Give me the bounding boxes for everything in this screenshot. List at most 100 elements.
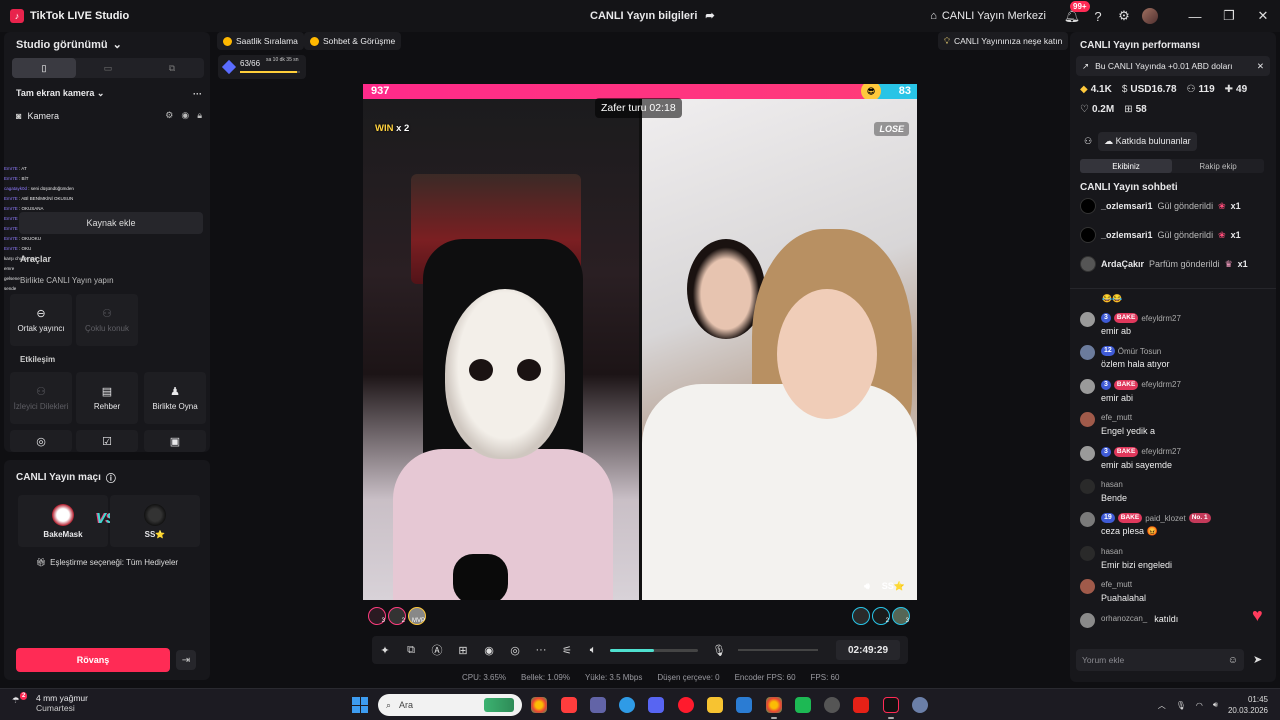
lock-icon[interactable]: 🔒︎ — [197, 110, 202, 121]
guide-button[interactable]: ▤ Rehber — [76, 372, 138, 424]
file-explorer-icon[interactable] — [707, 697, 723, 713]
chat-username[interactable]: orhanozcan_ — [1101, 614, 1147, 623]
avatar[interactable] — [1080, 612, 1095, 628]
add-media-icon[interactable]: ⊞ — [450, 636, 476, 664]
rematch-button[interactable]: Rövanş — [16, 648, 170, 672]
tip-chip[interactable]: 💡︎ CANLI Yayınınıza neşe katın — [938, 32, 1069, 50]
camera-source[interactable]: ◙ Kamera ⚙ ◉ 🔒︎ — [16, 110, 202, 121]
studio-view-dropdown[interactable]: Studio görünümü ⌄ — [16, 38, 122, 52]
send-icon[interactable]: ➤ — [1253, 653, 1262, 666]
portrait-view-button[interactable]: ▯ — [12, 58, 76, 78]
hourly-ranking-chip[interactable]: Saatlik Sıralama — [217, 32, 304, 50]
avatar[interactable] — [1080, 312, 1095, 327]
tiktok-taskbar-icon[interactable] — [883, 697, 899, 713]
gift-user[interactable]: ArdaÇakır — [1101, 259, 1144, 269]
gifter-avatar[interactable]: MVP — [408, 607, 426, 625]
opera-icon[interactable] — [678, 697, 694, 713]
avatar[interactable] — [1080, 579, 1095, 595]
tab-rival-team[interactable]: Rakip ekip — [1172, 159, 1264, 173]
avatar[interactable] — [1080, 479, 1095, 494]
mixer-icon[interactable]: ⚟ — [554, 636, 580, 664]
box-tile[interactable]: ▣ — [144, 430, 206, 452]
chat-username[interactable]: hasan — [1101, 480, 1123, 489]
taskbar-search[interactable]: ⌕ Ara — [378, 694, 522, 716]
help-icon[interactable]: ? — [1090, 8, 1106, 24]
youtube-icon[interactable] — [853, 697, 869, 713]
avatar[interactable] — [1080, 378, 1095, 394]
tab-your-team[interactable]: Ekibiniz — [1080, 159, 1172, 173]
speaker-icon[interactable]: 🔊︎ — [864, 581, 870, 592]
avatar[interactable] — [1080, 227, 1096, 243]
gifter-avatar[interactable]: 3 — [368, 607, 386, 625]
chat-username[interactable]: efeyldrm27 — [1141, 447, 1181, 456]
dual-view-button[interactable]: ⧉ — [140, 58, 204, 78]
chat-username[interactable]: efeyldrm27 — [1141, 380, 1181, 389]
earnings-banner[interactable]: ↗ Bu CANLI Yayında +0.01 ABD doları ✕ — [1076, 56, 1270, 76]
mail-icon[interactable] — [736, 697, 752, 713]
avatar[interactable] — [1080, 545, 1095, 561]
gifter-avatar[interactable]: 2 — [388, 607, 406, 625]
gift-user[interactable]: _ozlemsari1 — [1101, 201, 1153, 211]
emoji-icon[interactable]: ☺ — [1228, 655, 1238, 666]
multi-guest-button[interactable]: ⚇ Çoklu konuk — [76, 294, 138, 346]
more-options-icon[interactable]: ··· — [193, 89, 202, 99]
add-user-icon[interactable]: ⚇ — [1084, 136, 1092, 147]
chat-username[interactable]: paid_klozet — [1145, 514, 1185, 523]
teams-icon[interactable] — [590, 697, 606, 713]
user-avatar[interactable] — [1142, 8, 1158, 24]
microphone-icon[interactable]: 🎙︎ — [706, 636, 732, 664]
edge-icon[interactable] — [619, 697, 635, 713]
app-red-icon[interactable] — [561, 697, 577, 713]
co-host-button[interactable]: ⊖ Ortak yayıncı — [10, 294, 72, 346]
avatar[interactable] — [1080, 412, 1095, 428]
avatar[interactable] — [1080, 512, 1095, 528]
poll-tile[interactable]: ◎ — [10, 430, 72, 452]
windows-start-icon[interactable] — [352, 697, 368, 713]
source-settings-icon[interactable]: ⚙ — [165, 110, 173, 121]
more-icon[interactable]: ··· — [528, 636, 554, 664]
info-icon[interactable]: ⓘ — [106, 470, 116, 485]
avatar[interactable] — [1080, 345, 1095, 361]
scene-dropdown[interactable]: Tam ekran kamera ⌄ — [16, 88, 104, 99]
gifter-avatar[interactable]: 2 — [872, 607, 890, 625]
minimize-button[interactable]: — — [1178, 0, 1212, 32]
chat-username[interactable]: efeyldrm27 — [1141, 314, 1181, 323]
screen-effect-icon[interactable]: ⧉ — [398, 636, 424, 664]
comment-input[interactable]: Yorum ekle ☺ — [1076, 649, 1244, 671]
magic-wand-icon[interactable]: ✦ — [372, 636, 398, 664]
chat-username[interactable]: Ömür Tosun — [1118, 347, 1161, 356]
chat-username[interactable]: efe_mutt — [1101, 413, 1132, 422]
mic-level-slider[interactable] — [738, 649, 818, 651]
close-icon[interactable]: ✕ — [1257, 61, 1264, 72]
clock[interactable]: 01:45 20.03.2026 — [1228, 694, 1268, 716]
discord-icon[interactable] — [648, 697, 664, 713]
gift-user[interactable]: _ozlemsari1 — [1101, 230, 1153, 240]
ai-icon[interactable]: Ⓐ — [424, 636, 450, 664]
app-gray-icon[interactable] — [824, 697, 840, 713]
wifi-icon[interactable]: ◠ — [1196, 701, 1203, 710]
mic-tray-icon[interactable]: 🎙︎ — [1176, 701, 1186, 710]
avatar[interactable] — [1080, 256, 1096, 272]
avatar[interactable] — [1080, 445, 1095, 461]
volume-slider[interactable] — [610, 648, 698, 652]
chrome-profile-icon[interactable] — [766, 697, 782, 713]
gifter-avatar[interactable]: 3 — [892, 607, 910, 625]
avatar[interactable] — [1080, 198, 1096, 214]
weather-widget[interactable]: ☂ 2 4 mm yağmur Cumartesi — [12, 692, 88, 713]
volume-icon[interactable]: 🔈︎ — [580, 636, 606, 664]
settings-gear-icon[interactable]: ⚙ — [1116, 8, 1132, 24]
viewer-wishes-button[interactable]: ⚇ İzleyici Dilekleri — [10, 372, 72, 424]
maximize-button[interactable]: ❐ — [1212, 0, 1246, 32]
settings-app-icon[interactable] — [912, 697, 928, 713]
app-green-icon[interactable] — [795, 697, 811, 713]
visibility-eye-icon[interactable]: ◉ — [181, 110, 189, 121]
goal-widget[interactable]: 63/66 sa 10 dk 35 sn — [218, 55, 306, 79]
chevron-up-icon[interactable]: ︿ — [1158, 700, 1166, 711]
live-center-button[interactable]: ⌂ CANLI Yayın Merkezi — [930, 10, 1046, 22]
landscape-view-button[interactable]: ▭ — [76, 58, 140, 78]
chat-meet-chip[interactable]: Sohbet & Görüşme — [304, 32, 402, 50]
exit-match-icon[interactable]: ⇥ — [176, 650, 196, 670]
add-source-button[interactable]: Kaynak ekle — [19, 212, 203, 234]
live-info-button[interactable]: CANLI Yayın bilgileri ➦ — [590, 9, 715, 23]
checklist-tile[interactable]: ☑ — [76, 430, 138, 452]
